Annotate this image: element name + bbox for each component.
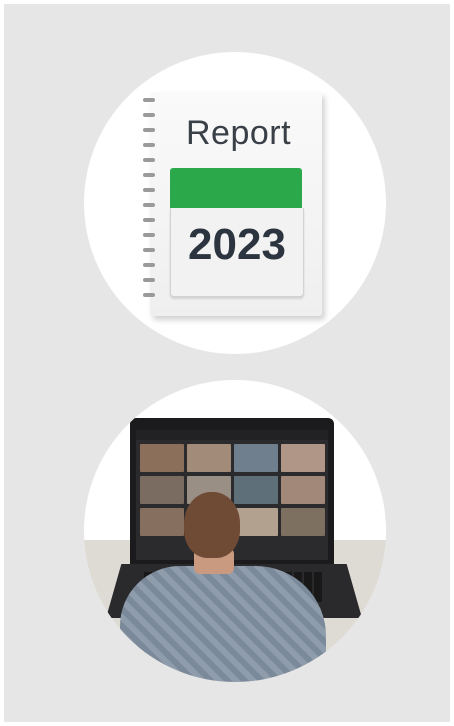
participant-tile [234, 508, 278, 536]
participant-tile [187, 444, 231, 472]
report-year: 2023 [188, 220, 286, 269]
participant-tile [234, 476, 278, 504]
calendar-year-box: 2023 [170, 208, 304, 297]
spiral-binding-icon [143, 98, 157, 310]
person-head [184, 492, 240, 558]
participant-tile [281, 508, 325, 536]
calendar-header-bar [170, 168, 302, 208]
video-call-toolbar [136, 430, 328, 440]
report-2023-illustration: Report 2023 [84, 52, 386, 354]
participant-tile [140, 508, 184, 536]
person-back [120, 566, 326, 682]
illustrations-panel: Report 2023 [4, 4, 450, 722]
report-title: Report [186, 114, 292, 152]
participant-tile [140, 444, 184, 472]
participant-tile [281, 444, 325, 472]
report-notebook: Report 2023 [143, 92, 322, 316]
participant-tile [281, 476, 325, 504]
video-call-photo [84, 380, 386, 682]
participant-tile [140, 476, 184, 504]
participant-tile [234, 444, 278, 472]
